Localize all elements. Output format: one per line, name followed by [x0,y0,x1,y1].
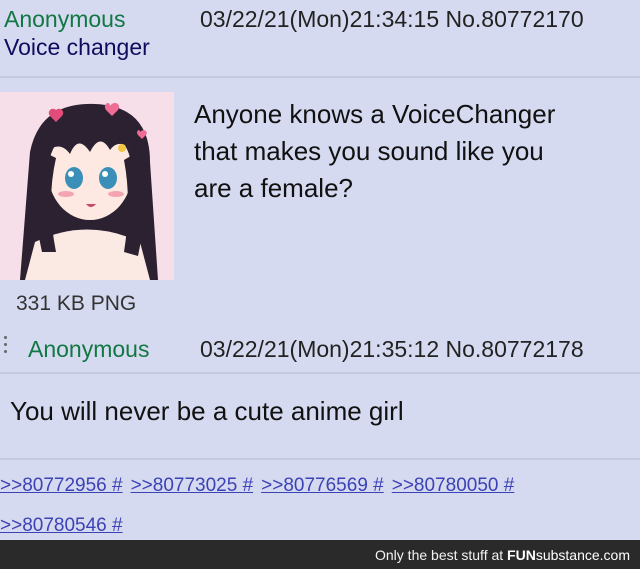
post-datetime-number[interactable]: 03/22/21(Mon)21:35:12 No.80772178 [200,336,584,363]
post-subject: Voice changer [4,34,150,60]
poster-name: Anonymous [28,336,150,362]
op-post: Anonymous 03/22/21(Mon)21:34:15 No.80772… [0,0,640,326]
file-info: 331 KB PNG [16,292,137,315]
watermark-brand: FUNsubstance.com [507,547,630,563]
backlink[interactable]: >>80772956 # [0,475,123,496]
backlink[interactable]: >>80773025 # [131,475,254,496]
divider [0,76,640,78]
watermark-tagline: Only the best stuff at [375,547,508,563]
backlink[interactable]: >>80780546 # [0,515,123,536]
backlink[interactable]: >>80780050 # [392,475,515,496]
op-comment-line: Anyone knows a VoiceChanger [194,99,556,129]
reply-comment: You will never be a cute anime girl [10,396,404,426]
op-comment-line: that makes you sound like you [194,136,544,166]
poster-name: Anonymous [4,6,126,32]
post-image-thumbnail[interactable] [0,92,174,280]
backlink[interactable]: >>80776569 # [261,475,384,496]
op-comment: Anyone knows a VoiceChanger that makes y… [194,96,634,207]
op-header: Anonymous 03/22/21(Mon)21:34:15 No.80772… [4,4,636,33]
post-menu-icon[interactable] [2,332,10,360]
op-comment-line: are a female? [194,173,353,203]
reply-header: Anonymous 03/22/21(Mon)21:35:12 No.80772… [0,328,640,372]
anime-girl-image [0,92,174,280]
watermark-text: Only the best stuff at FUNsubstance.com [375,547,630,563]
reply-post: Anonymous 03/22/21(Mon)21:35:12 No.80772… [0,328,640,540]
thread-page: Anonymous 03/22/21(Mon)21:34:15 No.80772… [0,0,640,569]
backlinks: >>80772956 # >>80773025 # >>80776569 # >>80… [0,466,640,546]
divider [0,458,640,460]
post-datetime-number[interactable]: 03/22/21(Mon)21:34:15 No.80772170 [200,6,584,33]
backlinks-area: >>80772956 # >>80773025 # >>80776569 # >>80… [0,458,640,540]
divider [0,372,640,374]
watermark-bar: Only the best stuff at FUNsubstance.com [0,540,640,569]
